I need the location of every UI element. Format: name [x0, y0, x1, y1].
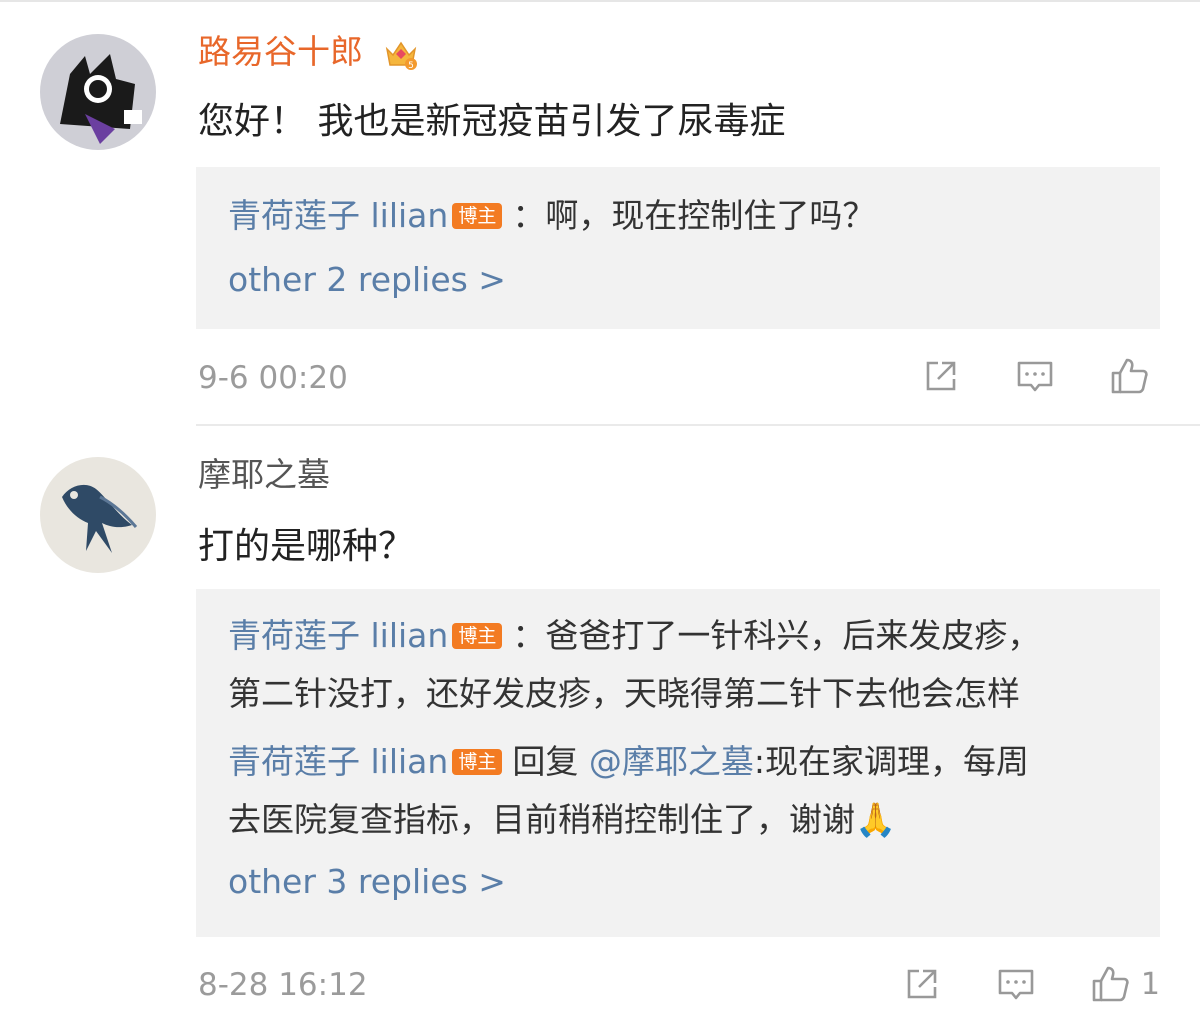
reply-item: 青荷莲子 lilian 博主 回复 @摩耶之墓:现在家调理，每周 去医院复查指标，目… — [228, 723, 1128, 849]
reply-box[interactable]: 青荷莲子 lilian 博主 ：啊，现在控制住了吗？ other 2 replies… — [196, 167, 1160, 329]
comment-icon — [1017, 361, 1053, 392]
more-replies-link[interactable]: other 3 replies > — [228, 849, 1128, 911]
thumbs-up-icon — [1092, 966, 1129, 1002]
comment-icon — [998, 969, 1034, 1000]
reply-text-continued: 去医院复查指标，目前稍稍控制住了，谢谢🙏 — [228, 800, 897, 839]
blogger-tag: 博主 — [452, 749, 503, 775]
comment-actions — [920, 355, 1160, 397]
thumbs-up-icon — [1111, 358, 1148, 394]
username[interactable]: 路易谷十郎 5 — [198, 32, 418, 72]
reply-author[interactable]: 青荷莲子 lilian — [228, 196, 448, 235]
comment-button[interactable] — [995, 963, 1037, 1005]
reply-text-continued: 第二针没打，还好发皮疹，天晓得第二针下去他会怎样 — [228, 674, 1020, 713]
comment-text: 打的是哪种？ — [198, 526, 415, 567]
reply-author[interactable]: 青荷莲子 lilian — [228, 742, 448, 781]
avatar[interactable] — [40, 34, 156, 150]
share-icon — [926, 361, 956, 391]
avatar[interactable] — [40, 457, 156, 573]
timestamp: 8-28 16:12 — [198, 967, 368, 1003]
reply-text: 爸爸打了一针科兴，后来发皮疹， — [545, 616, 1041, 655]
share-button[interactable] — [920, 355, 962, 397]
share-button[interactable] — [901, 963, 943, 1005]
reply-text: 啊，现在控制住了吗？ — [545, 196, 876, 235]
like-count: 1 — [1140, 966, 1160, 1002]
comment-item: 摩耶之墓 打的是哪种？ 青荷莲子 lilian 博主 ：爸爸打了一针科兴，后来发皮疹… — [0, 425, 1200, 1034]
mention-link[interactable]: @摩耶之墓 — [589, 742, 754, 781]
blogger-tag: 博主 — [452, 203, 503, 229]
reply-item: 青荷莲子 lilian 博主 ：啊，现在控制住了吗？ — [228, 196, 876, 235]
reply-author[interactable]: 青荷莲子 lilian — [228, 616, 448, 655]
comment-button[interactable] — [1014, 355, 1056, 397]
like-button[interactable]: 1 — [1089, 963, 1160, 1005]
timestamp: 9-6 00:20 — [198, 360, 348, 396]
more-replies-link[interactable]: other 2 replies > — [228, 245, 1128, 309]
crown-badge-icon: 5 — [384, 37, 418, 71]
reply-item: 青荷莲子 lilian 博主 ：爸爸打了一针科兴，后来发皮疹， 第二针没打，还好发皮… — [228, 589, 1128, 723]
comment-text: 您好！ 我也是新冠疫苗引发了尿毒症 — [198, 101, 786, 142]
like-button[interactable] — [1108, 355, 1160, 397]
comment-item: 路易谷十郎 5 您好！ 我也是新冠疫苗引发了尿毒症 青荷莲子 lilian 博主：… — [0, 0, 1200, 426]
blogger-tag: 博主 — [452, 623, 503, 649]
svg-text:5: 5 — [408, 61, 414, 71]
username[interactable]: 摩耶之墓 — [198, 455, 330, 495]
share-icon — [907, 969, 937, 999]
comment-actions: 1 — [901, 963, 1160, 1005]
reply-box[interactable]: 青荷莲子 lilian 博主 ：爸爸打了一针科兴，后来发皮疹， 第二针没打，还好发皮… — [196, 589, 1160, 937]
reply-text: 现在家调理，每周 — [764, 742, 1029, 781]
